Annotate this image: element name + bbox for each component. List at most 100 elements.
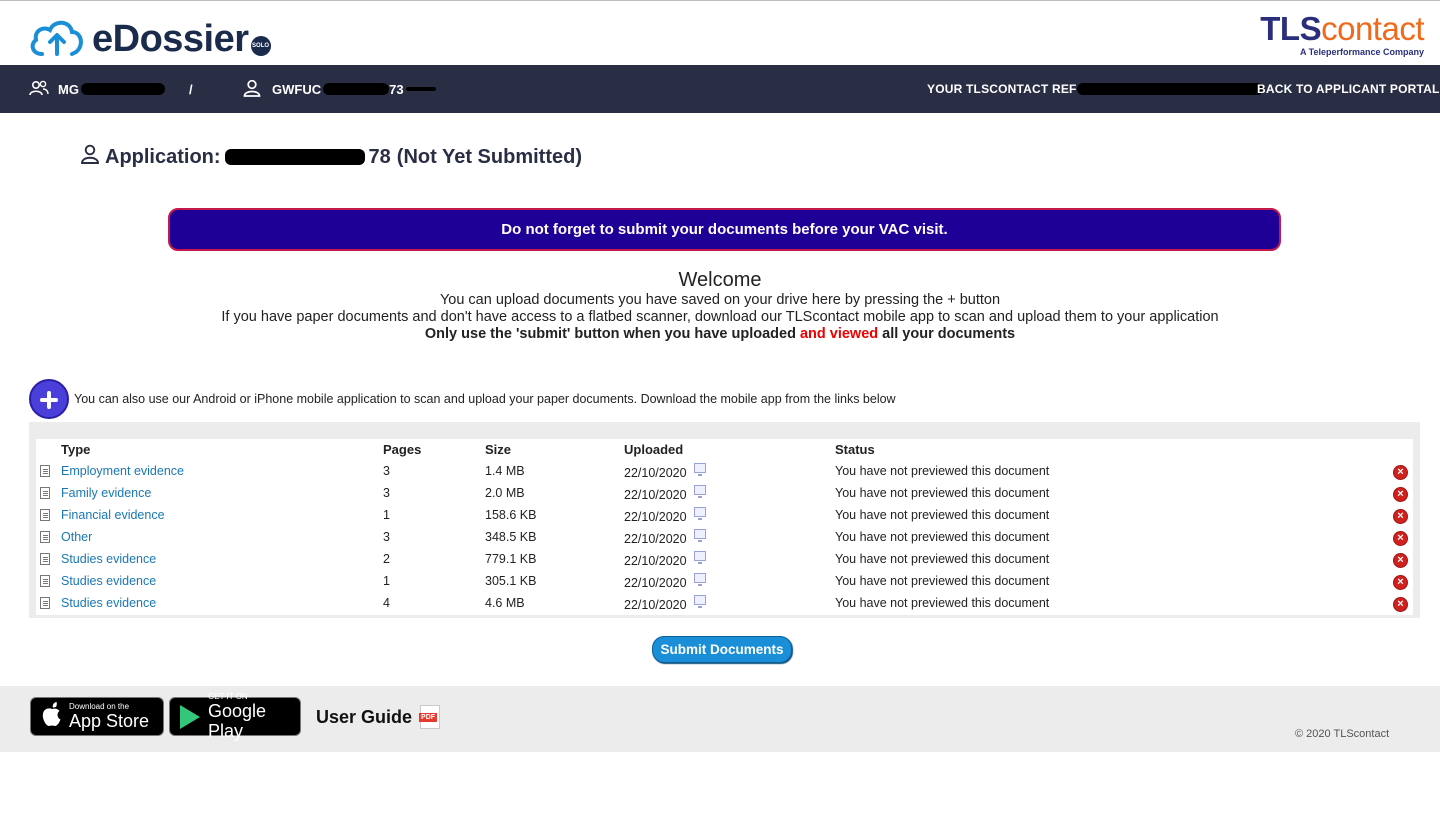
document-status: You have not previewed this document — [835, 596, 1050, 610]
table-row: Studies evidence 4 4.6 MB 22/10/2020 You… — [36, 593, 1413, 615]
reminder-banner: Do not forget to submit your documents b… — [168, 208, 1281, 251]
user-icon — [80, 144, 100, 170]
document-pages: 3 — [383, 530, 390, 544]
group-user-icon — [29, 80, 49, 99]
document-size: 779.1 KB — [485, 552, 537, 566]
documents-table: Type Pages Size Uploaded Status Employme… — [29, 422, 1420, 618]
monitor-icon[interactable] — [694, 529, 706, 542]
delete-icon[interactable]: × — [1393, 531, 1408, 546]
tls-logo-part-a: TLS — [1260, 10, 1322, 47]
applicant-id-prefix: GWFUC — [272, 81, 322, 97]
nav-applicant[interactable]: GWFUC 73 — [243, 65, 436, 113]
document-type-link[interactable]: Financial evidence — [61, 508, 165, 522]
column-header-pages: Pages — [383, 442, 422, 457]
document-type-link[interactable]: Family evidence — [61, 486, 151, 500]
application-status: (Not Yet Submitted) — [396, 145, 582, 168]
document-size: 305.1 KB — [485, 574, 537, 588]
top-border — [0, 0, 1440, 1]
document-uploaded: 22/10/2020 — [624, 576, 687, 590]
monitor-icon[interactable] — [694, 595, 706, 608]
app-store-badge[interactable]: Download on the App Store — [30, 697, 164, 736]
edossier-logo[interactable]: eDossier SOLO — [28, 16, 271, 62]
welcome-line-3-highlight: and viewed — [799, 326, 879, 342]
reference-label: YOUR TLSCONTACT REF — [927, 82, 1077, 96]
document-size: 348.5 KB — [485, 530, 537, 544]
welcome-title: Welcome — [678, 269, 762, 291]
applicant-id-suffix: 73 — [389, 81, 404, 97]
delete-icon[interactable]: × — [1393, 487, 1408, 502]
document-icon — [40, 597, 50, 609]
delete-icon[interactable]: × — [1393, 553, 1408, 568]
document-uploaded: 22/10/2020 — [624, 466, 687, 480]
redacted-mark — [224, 149, 365, 165]
table-row: Financial evidence 1 158.6 KB 22/10/2020… — [36, 505, 1413, 527]
google-play-badge[interactable]: GET IT ON Google Play — [169, 692, 301, 741]
user-guide-label: User Guide — [316, 706, 413, 727]
top-navbar: MG / GWFUC 73 YOUR TLSCONTACT REF BACK T… — [0, 65, 1440, 113]
apple-icon — [41, 701, 63, 733]
document-icon — [40, 509, 50, 521]
document-size: 1.4 MB — [485, 464, 525, 478]
document-uploaded: 22/10/2020 — [624, 598, 687, 612]
monitor-icon[interactable] — [694, 573, 706, 586]
nav-group-user[interactable]: MG — [29, 65, 165, 113]
document-pages: 4 — [383, 596, 390, 610]
table-row: Other 3 348.5 KB 22/10/2020 You have not… — [36, 527, 1413, 549]
document-icon — [40, 487, 50, 499]
monitor-icon[interactable] — [694, 485, 706, 498]
google-play-text: GET IT ON Google Play — [208, 692, 300, 741]
document-pages: 1 — [383, 574, 390, 588]
mobile-app-hint: You can also use our Android or iPhone m… — [74, 392, 896, 406]
column-header-size: Size — [485, 442, 512, 457]
document-type-link[interactable]: Other — [61, 530, 92, 544]
cloud-upload-icon — [28, 16, 86, 63]
monitor-icon[interactable] — [694, 551, 706, 564]
document-uploaded: 22/10/2020 — [624, 554, 687, 568]
document-status: You have not previewed this document — [835, 464, 1050, 478]
column-header-uploaded: Uploaded — [624, 442, 684, 457]
footer: Download on the App Store GET IT ON Goog… — [0, 686, 1440, 752]
monitor-icon[interactable] — [694, 507, 706, 520]
redacted-mark — [80, 83, 165, 95]
monitor-icon[interactable] — [694, 463, 706, 476]
back-to-portal-link[interactable]: BACK TO APPLICANT PORTAL — [1257, 65, 1440, 113]
document-type-link[interactable]: Employment evidence — [61, 464, 184, 478]
document-type-link[interactable]: Studies evidence — [61, 596, 156, 610]
delete-icon[interactable]: × — [1393, 597, 1408, 612]
tls-logo-subtitle: A Teleperformance Company — [1299, 47, 1424, 57]
document-icon — [40, 575, 50, 587]
delete-icon[interactable]: × — [1393, 465, 1408, 480]
add-document-row: You can also use our Android or iPhone m… — [29, 379, 896, 419]
brand-name: eDossier — [92, 17, 249, 60]
google-play-icon — [180, 704, 200, 729]
table-row: Studies evidence 1 305.1 KB 22/10/2020 Y… — [36, 571, 1413, 593]
document-icon — [40, 553, 50, 565]
user-icon — [243, 79, 261, 100]
table-row: Studies evidence 2 779.1 KB 22/10/2020 Y… — [36, 549, 1413, 571]
document-uploaded: 22/10/2020 — [624, 510, 687, 524]
documents-table-body: Type Pages Size Uploaded Status Employme… — [36, 439, 1413, 615]
document-size: 158.6 KB — [485, 508, 537, 522]
submit-documents-button[interactable]: Submit Documents — [652, 636, 792, 663]
welcome-line-3-end: all your documents — [878, 326, 1016, 342]
delete-icon[interactable]: × — [1393, 509, 1408, 524]
copyright: © 2020 TLScontact — [1295, 728, 1390, 740]
document-status: You have not previewed this document — [835, 530, 1050, 544]
document-type-link[interactable]: Studies evidence — [61, 574, 156, 588]
plus-icon[interactable] — [29, 379, 69, 419]
user-guide-link[interactable]: User Guide PDF — [316, 705, 441, 729]
document-icon — [40, 531, 50, 543]
document-pages: 2 — [383, 552, 390, 566]
breadcrumb-separator: / — [189, 81, 193, 97]
group-user-name: MG — [58, 81, 79, 97]
document-type-link[interactable]: Studies evidence — [61, 552, 156, 566]
tlscontact-logo: TLScontact A Teleperformance Company — [1260, 10, 1424, 58]
document-uploaded: 22/10/2020 — [624, 488, 687, 502]
delete-icon[interactable]: × — [1393, 575, 1408, 590]
page-title: Application: 78 (Not Yet Submitted) — [80, 144, 582, 170]
welcome-line-3: Only use the 'submit' button when you ha… — [0, 326, 1440, 343]
document-icon — [40, 465, 50, 477]
welcome-line-3-start: Only use the 'submit' button when you ha… — [424, 326, 800, 342]
app-store-big: App Store — [69, 711, 150, 731]
tls-logo-part-b: contact — [1321, 10, 1424, 47]
